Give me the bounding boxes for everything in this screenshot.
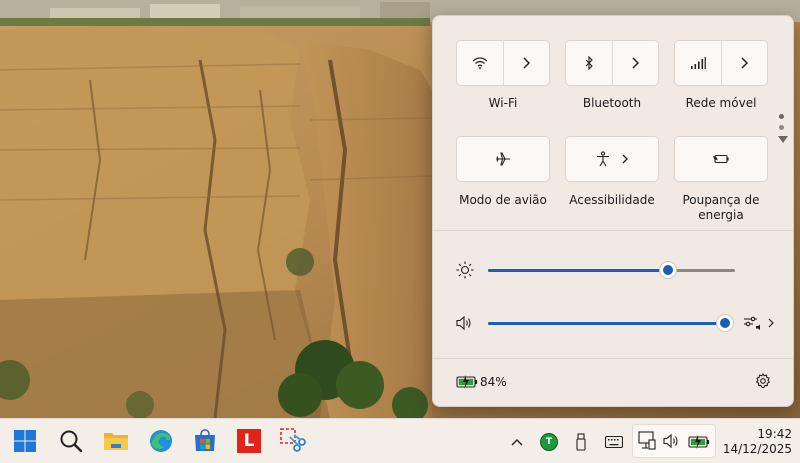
battery-status-button[interactable]	[456, 374, 478, 393]
app-t-badge-icon: T	[540, 433, 558, 451]
usb-drive-button[interactable]	[570, 431, 592, 453]
search-icon	[60, 430, 83, 453]
tiles-divider	[433, 230, 793, 231]
chevron-right-icon	[523, 57, 531, 69]
wifi-label: Wi-Fi	[488, 96, 518, 110]
clock-date: 14/12/2025	[722, 442, 792, 456]
airplane-icon	[496, 152, 510, 166]
pager-dot-2[interactable]	[779, 125, 784, 130]
chevron-up-icon	[511, 439, 523, 446]
accessibility-label: Acessibilidade	[569, 193, 655, 207]
snipping-tool-icon	[280, 428, 306, 452]
quick-settings-panel: Wi-Fi Bluetooth Rede móvel Modo de avião…	[432, 15, 794, 407]
energy-saver-button[interactable]	[674, 136, 768, 182]
bluetooth-icon	[585, 56, 593, 70]
usb-drive-icon	[576, 433, 586, 451]
quick-settings-tiles: Wi-Fi Bluetooth Rede móvel Modo de avião…	[433, 16, 793, 231]
pager-next-icon[interactable]	[778, 136, 788, 143]
wifi-toggle-button[interactable]	[457, 41, 504, 85]
audio-output-button[interactable]	[743, 314, 779, 332]
tray-app-t-button[interactable]: T	[538, 431, 560, 453]
network-volume-battery-group[interactable]	[632, 424, 716, 458]
energy-saver-icon	[713, 154, 729, 164]
red-l-app-icon: L	[237, 429, 261, 453]
bluetooth-tile	[565, 40, 659, 86]
brightness-slider-thumb[interactable]	[660, 262, 677, 278]
taskbar: L T 19:42 14/12/2025	[0, 418, 800, 463]
clock-button[interactable]: 19:42 14/12/2025	[716, 427, 796, 457]
windows-logo-icon	[14, 430, 36, 452]
snipping-tool-button[interactable]	[279, 427, 307, 455]
volume-slider-thumb[interactable]	[717, 315, 733, 331]
chevron-right-icon	[632, 57, 640, 69]
chevron-right-icon	[768, 318, 774, 328]
microsoft-store-icon	[195, 429, 215, 451]
airplane-mode-button[interactable]	[456, 136, 550, 182]
touch-keyboard-button[interactable]	[603, 431, 625, 453]
volume-row	[433, 308, 793, 338]
tiles-pager[interactable]	[778, 114, 788, 143]
battery-charging-icon	[688, 435, 710, 449]
mobile-network-expand-button[interactable]	[722, 41, 768, 85]
quick-settings-footer: 84%	[433, 359, 793, 406]
airplane-mode-label: Modo de avião	[459, 193, 547, 207]
energy-saver-label: Poupança de energia	[682, 193, 760, 222]
mobile-network-label: Rede móvel	[685, 96, 757, 110]
store-button[interactable]	[191, 427, 219, 455]
brightness-icon	[456, 261, 474, 279]
volume-slider-fill	[488, 322, 725, 325]
gear-icon	[755, 373, 771, 389]
wifi-icon	[472, 57, 488, 69]
bluetooth-expand-button[interactable]	[613, 41, 659, 85]
edge-button[interactable]	[147, 427, 175, 455]
network-icon	[638, 431, 656, 450]
wifi-tile	[456, 40, 550, 86]
bluetooth-label: Bluetooth	[582, 96, 642, 110]
bluetooth-toggle-button[interactable]	[566, 41, 613, 85]
volume-slider[interactable]	[488, 315, 733, 331]
audio-output-settings-icon	[744, 316, 760, 330]
chevron-right-icon	[622, 154, 628, 164]
pager-dot-1[interactable]	[779, 114, 784, 119]
brightness-slider-fill	[488, 269, 669, 272]
mobile-network-toggle-button[interactable]	[675, 41, 722, 85]
cellular-signal-icon	[690, 57, 706, 69]
app-l-button[interactable]: L	[235, 427, 263, 455]
brightness-slider[interactable]	[488, 262, 735, 278]
wifi-expand-button[interactable]	[504, 41, 550, 85]
keyboard-icon	[605, 436, 623, 448]
settings-button[interactable]	[755, 373, 771, 393]
clock-time: 19:42	[757, 427, 792, 441]
file-explorer-button[interactable]	[102, 427, 130, 455]
volume-icon	[663, 433, 678, 449]
search-button[interactable]	[57, 427, 85, 455]
speaker-icon[interactable]	[456, 315, 474, 331]
accessibility-button[interactable]	[565, 136, 659, 182]
mobile-network-tile	[674, 40, 768, 86]
chevron-right-icon	[741, 57, 749, 69]
brightness-row	[433, 255, 793, 285]
battery-tray-icon-wrap	[688, 434, 710, 453]
folder-icon	[104, 433, 128, 450]
edge-browser-icon	[150, 430, 172, 452]
battery-charging-icon	[456, 375, 478, 389]
start-button[interactable]	[11, 427, 39, 455]
accessibility-icon	[597, 151, 609, 167]
network-tray-icon-wrap	[638, 431, 656, 455]
show-hidden-icons-button[interactable]	[506, 431, 528, 453]
battery-percentage: 84%	[480, 375, 507, 389]
volume-tray-icon-wrap	[663, 433, 681, 453]
